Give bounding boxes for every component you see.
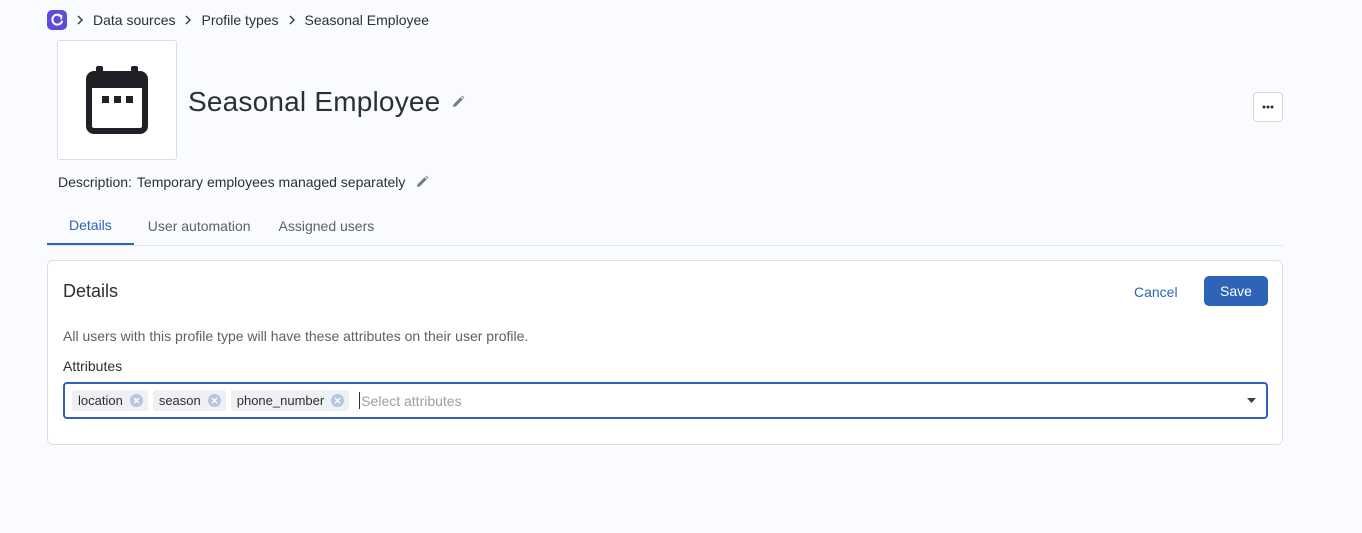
app-logo-icon[interactable] <box>47 10 67 30</box>
save-button[interactable]: Save <box>1204 276 1268 306</box>
breadcrumb-current: Seasonal Employee <box>304 12 430 28</box>
attributes-multiselect[interactable]: location season phone_number <box>63 382 1268 419</box>
chip-label: location <box>78 393 123 408</box>
attributes-label: Attributes <box>63 358 123 374</box>
details-help-text: All users with this profile type will ha… <box>63 328 529 344</box>
details-panel-title: Details <box>63 281 119 301</box>
chevron-right-icon <box>279 15 305 25</box>
ellipsis-icon <box>1262 105 1274 109</box>
profile-type-avatar[interactable] <box>57 40 177 160</box>
attributes-input-wrap <box>359 384 1236 417</box>
remove-chip-icon[interactable] <box>129 394 143 407</box>
remove-chip-icon[interactable] <box>207 394 221 407</box>
edit-title-pencil-icon[interactable] <box>451 95 465 109</box>
breadcrumb-data-sources[interactable]: Data sources <box>93 12 175 28</box>
tab-details[interactable]: Details <box>47 206 134 245</box>
attribute-chip-location: location <box>72 390 148 411</box>
description-row: Description: Temporary employees managed… <box>58 172 429 192</box>
chevron-down-icon[interactable] <box>1236 384 1266 417</box>
edit-description-pencil-icon[interactable] <box>415 175 429 189</box>
attributes-search-input[interactable] <box>360 392 1236 409</box>
chevron-right-icon <box>67 15 93 25</box>
breadcrumb-profile-types[interactable]: Profile types <box>201 12 278 28</box>
title-row: Seasonal Employee <box>188 82 465 122</box>
chip-label: season <box>158 393 201 408</box>
description-label: Description: <box>58 174 132 190</box>
chip-label: phone_number <box>236 393 325 408</box>
tab-bar: Details User automation Assigned users <box>47 206 1283 246</box>
attribute-chip-phone-number: phone_number <box>230 390 350 411</box>
tab-assigned-users[interactable]: Assigned users <box>265 206 389 245</box>
cancel-button[interactable]: Cancel <box>1134 277 1178 307</box>
chevron-right-icon <box>175 15 201 25</box>
remove-chip-icon[interactable] <box>331 394 345 407</box>
tab-user-automation[interactable]: User automation <box>134 206 265 245</box>
description-value: Temporary employees managed separately <box>136 174 406 190</box>
attribute-chip-season: season <box>152 390 226 411</box>
page-title: Seasonal Employee <box>188 86 441 117</box>
more-options-button[interactable] <box>1253 92 1283 122</box>
breadcrumb: Data sources Profile types Seasonal Empl… <box>47 10 429 30</box>
details-panel: Details Cancel Save All users with this … <box>47 260 1283 445</box>
calendar-icon <box>86 66 148 134</box>
